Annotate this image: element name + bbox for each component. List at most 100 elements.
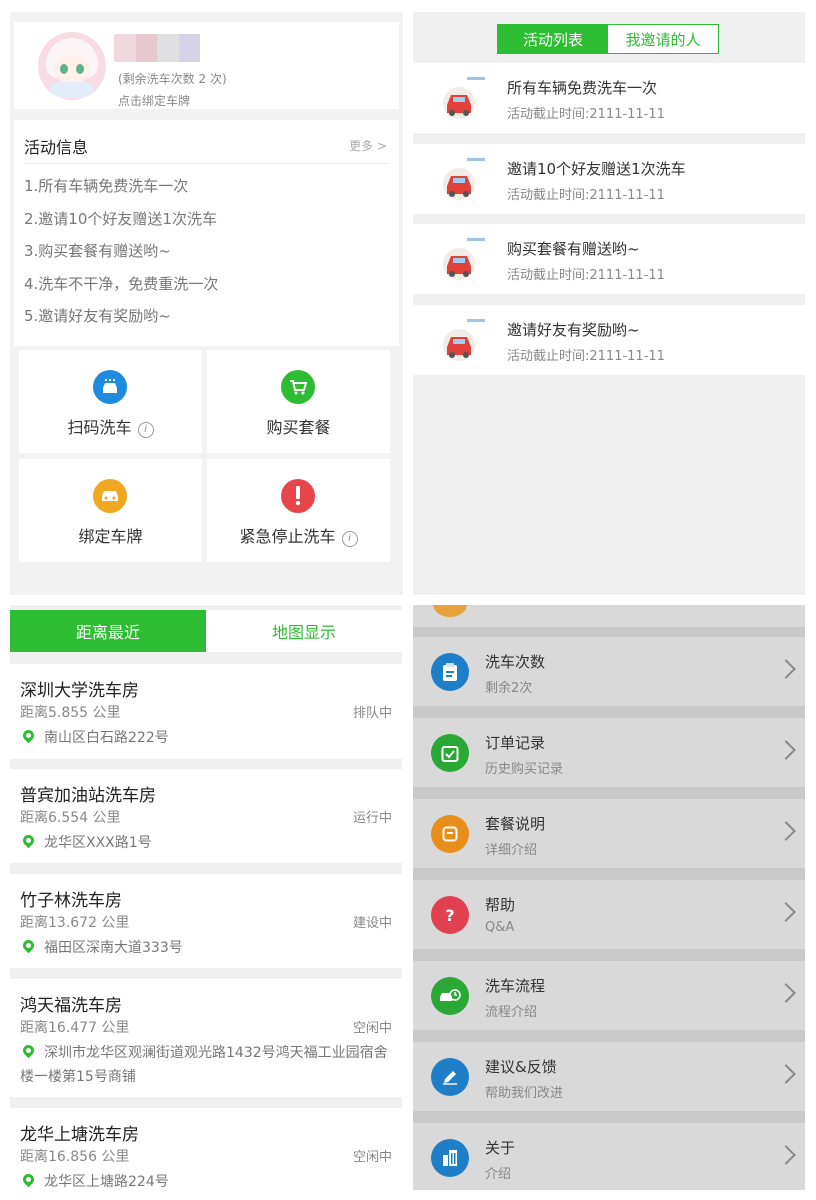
activity-item[interactable]: 3.购买套餐有赠送哟~ <box>24 235 218 268</box>
emergency-stop-button[interactable]: 紧急停止洗车 i <box>207 459 390 562</box>
activity-info-card: 活动信息 更多 > 1.所有车辆免费洗车一次 2.邀请10个好友赠送1次洗车 3… <box>14 120 399 346</box>
partial-icon <box>433 605 467 617</box>
tab-activity-list[interactable]: 活动列表 <box>498 25 608 53</box>
menu-top-partial <box>413 605 805 627</box>
tab-map-view[interactable]: 地图显示 <box>206 610 402 652</box>
station-item[interactable]: 鸿天福洗车房 距离16.477 公里 空闲中 深圳市龙华区观澜街道观光路1432… <box>10 979 402 1097</box>
activity-item[interactable]: 2.邀请10个好友赠送1次洗车 <box>24 203 218 236</box>
station-name: 深圳大学洗车房 <box>20 681 139 701</box>
bind-plate-link[interactable]: 点击绑定车牌 <box>118 92 190 109</box>
station-status: 运行中 <box>352 811 392 826</box>
tab-nearest[interactable]: 距离最近 <box>10 610 206 652</box>
station-address: 龙华区XXX路1号 <box>44 835 152 851</box>
station-status: 排队中 <box>352 706 392 721</box>
car-wash-thumbnail-icon <box>443 158 485 200</box>
action-grid: 扫码洗车 i 购买套餐 绑定车牌 紧急停止洗车 i <box>19 350 394 564</box>
info-icon[interactable]: i <box>137 422 154 438</box>
activity-card-title: 购买套餐有赠送哟~ <box>507 240 640 258</box>
station-address: 龙华区上塘路224号 <box>44 1174 169 1190</box>
menu-item-subtitle: Q&A <box>485 920 515 935</box>
activity-card[interactable]: 购买套餐有赠送哟~ 活动截止时间:2111-11-11 <box>413 224 805 294</box>
location-pin-icon <box>20 1171 37 1188</box>
activity-card-deadline: 活动截止时间:2111-11-11 <box>507 107 665 122</box>
location-pin-icon <box>20 1042 37 1059</box>
menu-item-subtitle: 剩余2次 <box>485 681 533 696</box>
buy-package-button[interactable]: 购买套餐 <box>207 350 390 453</box>
activity-item[interactable]: 5.邀请好友有奖励哟~ <box>24 300 218 333</box>
menu-item-package-info[interactable]: 套餐说明 详细介绍 <box>413 799 805 868</box>
location-pin-icon <box>20 937 37 954</box>
activity-item[interactable]: 1.所有车辆免费洗车一次 <box>24 170 218 203</box>
menu-item-subtitle: 详细介绍 <box>485 843 538 858</box>
menu-item-help[interactable]: ? 帮助 Q&A <box>413 880 805 949</box>
chevron-right-icon <box>776 821 796 841</box>
station-distance: 距离5.855 公里 <box>20 705 121 721</box>
chevron-right-icon <box>776 659 796 679</box>
chevron-right-icon <box>776 902 796 922</box>
activity-card-deadline: 活动截止时间:2111-11-11 <box>507 349 665 364</box>
activity-card-title: 所有车辆免费洗车一次 <box>507 79 658 97</box>
scan-wash-button[interactable]: 扫码洗车 i <box>19 350 202 453</box>
activity-item[interactable]: 4.洗车不干净，免费重洗一次 <box>24 268 218 301</box>
station-item[interactable]: 深圳大学洗车房 距离5.855 公里 排队中 南山区白石路222号 <box>10 664 402 759</box>
building-icon <box>431 1139 469 1177</box>
station-address: 南山区白石路222号 <box>44 730 169 746</box>
station-name: 鸿天福洗车房 <box>20 996 122 1016</box>
activity-title: 活动信息 <box>24 138 89 157</box>
station-name: 普宾加油站洗车房 <box>20 786 156 806</box>
activity-card-deadline: 活动截止时间:2111-11-11 <box>507 188 665 203</box>
user-profile-card[interactable]: (剩余洗车次数 2 次) 点击绑定车牌 <box>14 22 399 109</box>
chevron-right-icon <box>776 740 796 760</box>
activity-card[interactable]: 所有车辆免费洗车一次 活动截止时间:2111-11-11 <box>413 63 805 133</box>
station-tabs: 距离最近 地图显示 <box>10 610 402 652</box>
tab-invited-people[interactable]: 我邀请的人 <box>608 25 718 53</box>
menu-item-wash-count[interactable]: 洗车次数 剩余2次 <box>413 637 805 706</box>
station-distance: 距离16.856 公里 <box>20 1149 130 1165</box>
station-address: 福田区深南大道333号 <box>44 940 183 956</box>
buy-package-label: 购买套餐 <box>266 418 331 437</box>
menu-item-subtitle: 介绍 <box>485 1167 512 1182</box>
car-wash-thumbnail-icon <box>443 319 485 361</box>
location-pin-icon <box>20 832 37 849</box>
menu-item-orders[interactable]: 订单记录 历史购买记录 <box>413 718 805 787</box>
station-distance: 距离13.672 公里 <box>20 915 130 931</box>
menu-item-title: 洗车流程 <box>485 977 546 995</box>
menu-item-wash-process[interactable]: 洗车流程 流程介绍 <box>413 961 805 1030</box>
activity-card-title: 邀请10个好友赠送1次洗车 <box>507 160 686 178</box>
remaining-wash-count: (剩余洗车次数 2 次) <box>118 72 227 86</box>
station-address: 深圳市龙华区观澜街道观光路1432号鸿天福工业园宿舍楼一楼第15号商铺 <box>20 1045 388 1085</box>
station-item[interactable]: 普宾加油站洗车房 距离6.554 公里 运行中 龙华区XXX路1号 <box>10 769 402 863</box>
station-item[interactable]: 龙华上塘洗车房 距离16.856 公里 空闲中 龙华区上塘路224号 <box>10 1108 402 1190</box>
activity-list-panel: 活动列表 我邀请的人 所有车辆免费洗车一次 活动截止时间:2111-11-11 … <box>413 12 805 595</box>
activity-card-deadline: 活动截止时间:2111-11-11 <box>507 268 665 283</box>
activity-card[interactable]: 邀请好友有奖励哟~ 活动截止时间:2111-11-11 <box>413 305 805 375</box>
menu-item-feedback[interactable]: 建议&反馈 帮助我们改进 <box>413 1042 805 1111</box>
car-wash-thumbnail-icon <box>443 238 485 280</box>
activity-list: 1.所有车辆免费洗车一次 2.邀请10个好友赠送1次洗车 3.购买套餐有赠送哟~… <box>24 170 218 333</box>
menu-item-title: 订单记录 <box>485 734 546 752</box>
bind-plate-label: 绑定车牌 <box>78 527 143 546</box>
avatar <box>38 32 106 100</box>
menu-item-title: 帮助 <box>485 896 516 914</box>
menu-item-about[interactable]: 关于 介绍 <box>413 1123 805 1190</box>
menu-item-title: 套餐说明 <box>485 815 546 833</box>
station-status: 建设中 <box>352 916 392 931</box>
location-pin-icon <box>20 727 37 744</box>
station-name: 竹子林洗车房 <box>20 891 122 911</box>
activity-more-link[interactable]: 更多 > <box>349 137 387 154</box>
home-panel: (剩余洗车次数 2 次) 点击绑定车牌 活动信息 更多 > 1.所有车辆免费洗车… <box>10 12 403 595</box>
chevron-right-icon <box>776 983 796 1003</box>
menu-item-title: 洗车次数 <box>485 653 546 671</box>
activity-tabs: 活动列表 我邀请的人 <box>497 24 719 54</box>
activity-card[interactable]: 邀请10个好友赠送1次洗车 活动截止时间:2111-11-11 <box>413 144 805 214</box>
menu-item-title: 关于 <box>485 1139 516 1157</box>
package-icon <box>431 815 469 853</box>
bind-plate-button[interactable]: 绑定车牌 <box>19 459 202 562</box>
activity-header: 活动信息 更多 > <box>24 120 389 164</box>
info-icon[interactable]: i <box>341 531 358 547</box>
car-icon <box>93 479 127 513</box>
question-icon: ? <box>431 896 469 934</box>
cart-icon <box>281 370 315 404</box>
station-item[interactable]: 竹子林洗车房 距离13.672 公里 建设中 福田区深南大道333号 <box>10 874 402 968</box>
user-menu-panel: 洗车次数 剩余2次 订单记录 历史购买记录 套餐说明 详细介绍 ? 帮助 Q&A… <box>413 605 805 1190</box>
